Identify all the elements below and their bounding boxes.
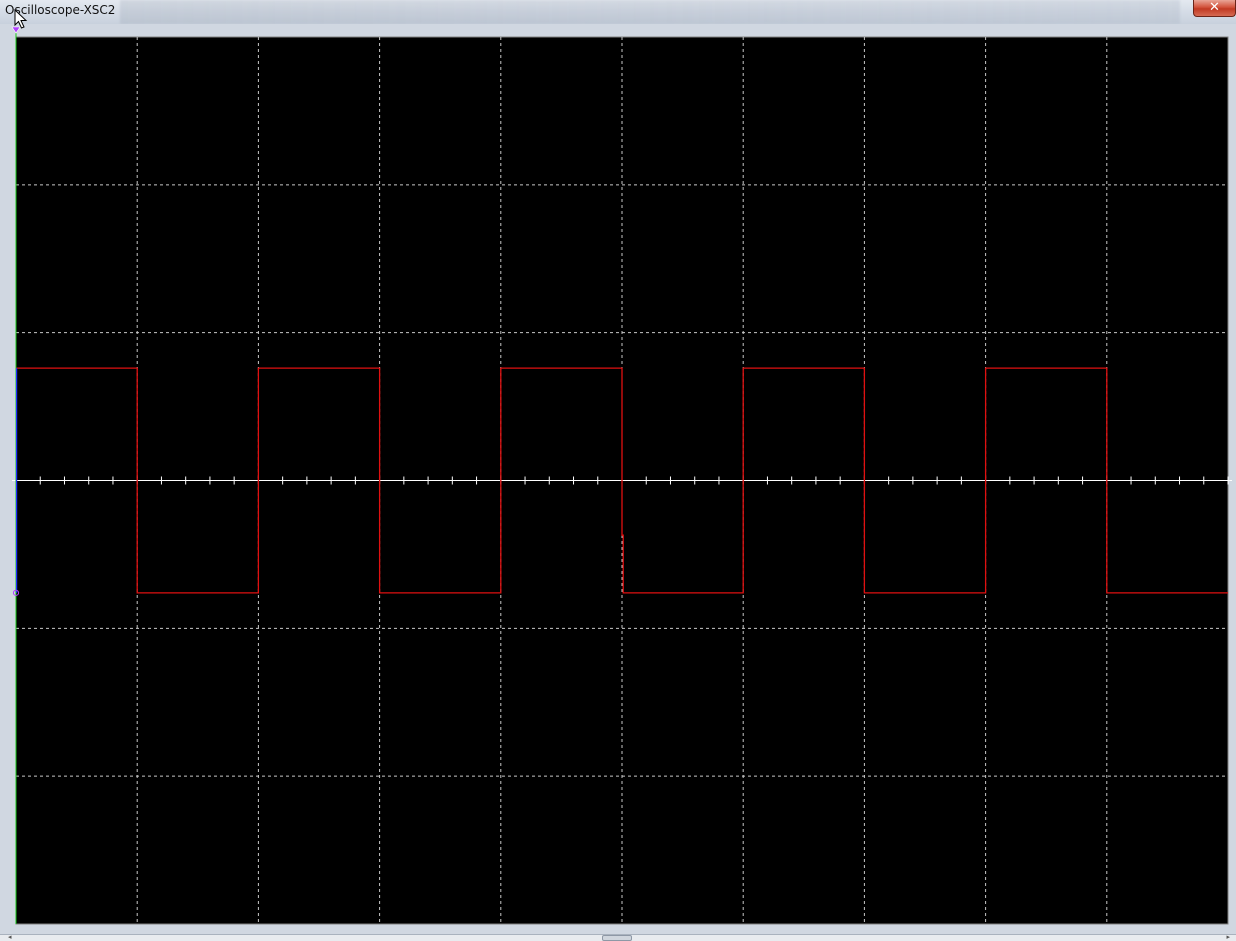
scrollbar-thumb[interactable] xyxy=(602,935,632,941)
close-icon: ✕ xyxy=(1209,0,1220,15)
oscilloscope-display-panel xyxy=(0,24,1236,934)
title-bar-background xyxy=(120,0,1180,24)
mouse-pointer-icon xyxy=(14,9,28,29)
oscilloscope-window: Oscilloscope-XSC2 ✕ ◂ ▸ xyxy=(0,0,1236,941)
oscilloscope-screen[interactable] xyxy=(0,24,1236,934)
close-button[interactable]: ✕ xyxy=(1193,0,1236,17)
horizontal-scrollbar[interactable]: ◂ ▸ xyxy=(0,934,1236,941)
scroll-left-arrow-icon[interactable]: ◂ xyxy=(8,934,12,941)
scroll-right-arrow-icon[interactable]: ▸ xyxy=(1226,934,1230,941)
title-bar[interactable]: Oscilloscope-XSC2 ✕ xyxy=(0,0,1236,24)
